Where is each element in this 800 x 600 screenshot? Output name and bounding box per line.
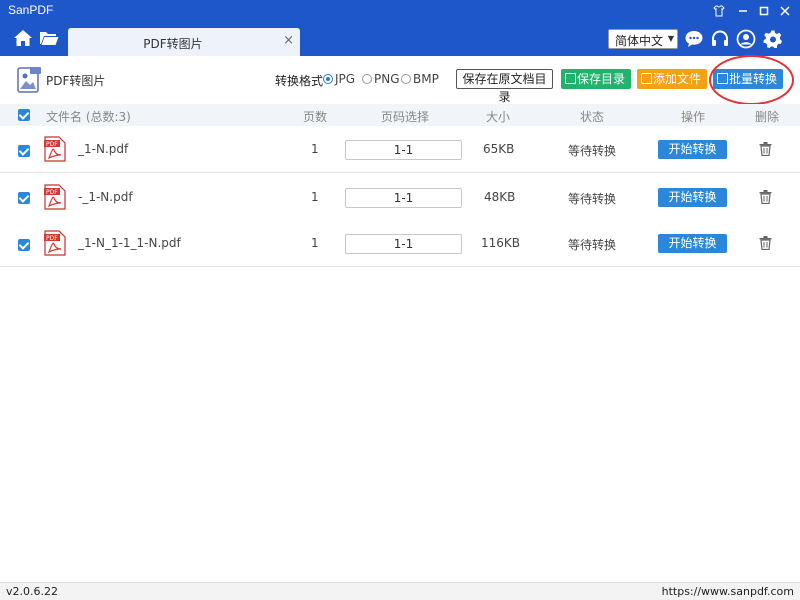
language-value: 简体中文 [615,34,664,48]
row-status: 等待转换 [568,192,617,206]
tab-pdf-to-image[interactable]: PDF转图片 × [68,28,300,56]
row-filename: _1-N_1-1_1-N.pdf [78,236,181,250]
radio-unselected-icon [362,74,372,84]
save-dir-button[interactable]: 保存目录 [561,69,631,89]
row-status: 等待转换 [568,238,617,252]
gear-icon[interactable] [763,29,785,51]
header-action: 操作 [681,110,706,124]
chat-icon[interactable] [684,29,706,51]
trash-icon[interactable] [759,190,772,205]
add-file-button[interactable]: 添加文件 [637,69,707,89]
row-size: 48KB [484,190,516,204]
row-checkbox[interactable] [18,239,30,251]
svg-text:PDF: PDF [46,189,58,196]
row-size: 116KB [481,236,521,250]
language-select[interactable]: 简体中文 ▼ [608,29,678,49]
row-checkbox[interactable] [18,145,30,157]
highlight-annotation [709,55,794,105]
version-label: v2.0.6.22 [6,585,58,598]
pdf-file-icon: PDF [44,136,66,162]
format-radio-jpg[interactable]: JPG [323,72,355,86]
pdf-file-icon: PDF [44,230,66,256]
row-pages: 1 [311,142,319,156]
title-bar: SanPDF [0,0,800,22]
row-checkbox[interactable] [18,192,30,204]
row-pages: 1 [311,190,319,204]
format-label-bmp: BMP [413,72,439,86]
row-status: 等待转换 [568,144,617,158]
header-pages: 页数 [303,110,328,124]
maximize-button[interactable] [755,2,773,20]
svg-text:PDF: PDF [46,141,58,148]
pdf-to-image-icon [16,66,42,94]
header-size: 大小 [486,110,511,124]
select-all-checkbox[interactable] [18,109,30,121]
nav-bar: PDF转图片 × 简体中文 ▼ [0,22,800,56]
svg-text:PDF: PDF [46,235,58,242]
pdf-file-icon: PDF [44,184,66,210]
page-title: PDF转图片 [46,74,106,88]
format-label: 转换格式 [275,74,324,88]
website-link[interactable]: https://www.sanpdf.com [662,585,794,598]
header-status: 状态 [580,110,605,124]
table-row: PDF _1-N_1-1_1-N.pdf 1 1-1 116KB 等待转换 开始… [0,220,800,267]
format-radio-bmp[interactable]: BMP [401,72,439,86]
add-file-label: 添加文件 [653,72,702,86]
page-range-input[interactable]: 1-1 [345,234,462,254]
table-row: PDF _1-N.pdf 1 1-1 65KB 等待转换 开始转换 [0,126,800,173]
status-bar: v2.0.6.22 https://www.sanpdf.com [0,582,800,600]
row-size: 65KB [483,142,515,156]
close-button[interactable] [776,2,794,20]
minimize-button[interactable] [734,2,752,20]
start-convert-button[interactable]: 开始转换 [658,140,727,159]
tab-label: PDF转图片 [143,37,203,51]
row-filename: _1-N.pdf [78,142,129,156]
skin-icon[interactable] [710,2,728,20]
row-pages: 1 [311,236,319,250]
row-filename: -_1-N.pdf [78,190,133,204]
format-label-png: PNG [374,72,400,86]
header-filename: 文件名 (总数:3) [46,110,131,124]
header-delete: 删除 [755,110,780,124]
table-row: PDF -_1-N.pdf 1 1-1 48KB 等待转换 开始转换 [0,174,800,221]
start-convert-button[interactable]: 开始转换 [658,188,727,207]
save-icon [565,73,576,84]
folder-icon[interactable] [39,29,61,49]
page-range-input[interactable]: 1-1 [345,140,462,160]
trash-icon[interactable] [759,142,772,157]
radio-selected-icon [323,74,333,84]
app-title: SanPDF [8,3,54,17]
trash-icon[interactable] [759,236,772,251]
add-file-icon [641,73,652,84]
format-label-jpg: JPG [335,72,356,86]
save-to-source-dir-button[interactable]: 保存在原文档目录 [456,69,553,104]
tab-close-icon[interactable]: × [283,33,294,48]
save-dir-label: 保存目录 [577,72,626,86]
radio-unselected-icon [401,74,411,84]
header-page-select: 页码选择 [381,110,430,124]
table-header: 文件名 (总数:3) 页数 页码选择 大小 状态 操作 删除 [0,104,800,126]
start-convert-button[interactable]: 开始转换 [658,234,727,253]
format-radio-png[interactable]: PNG [362,72,400,86]
user-avatar-icon[interactable] [736,29,758,51]
chevron-down-icon: ▼ [667,34,674,43]
page-range-input[interactable]: 1-1 [345,188,462,208]
home-icon[interactable] [13,29,35,49]
headset-icon[interactable] [710,29,732,51]
